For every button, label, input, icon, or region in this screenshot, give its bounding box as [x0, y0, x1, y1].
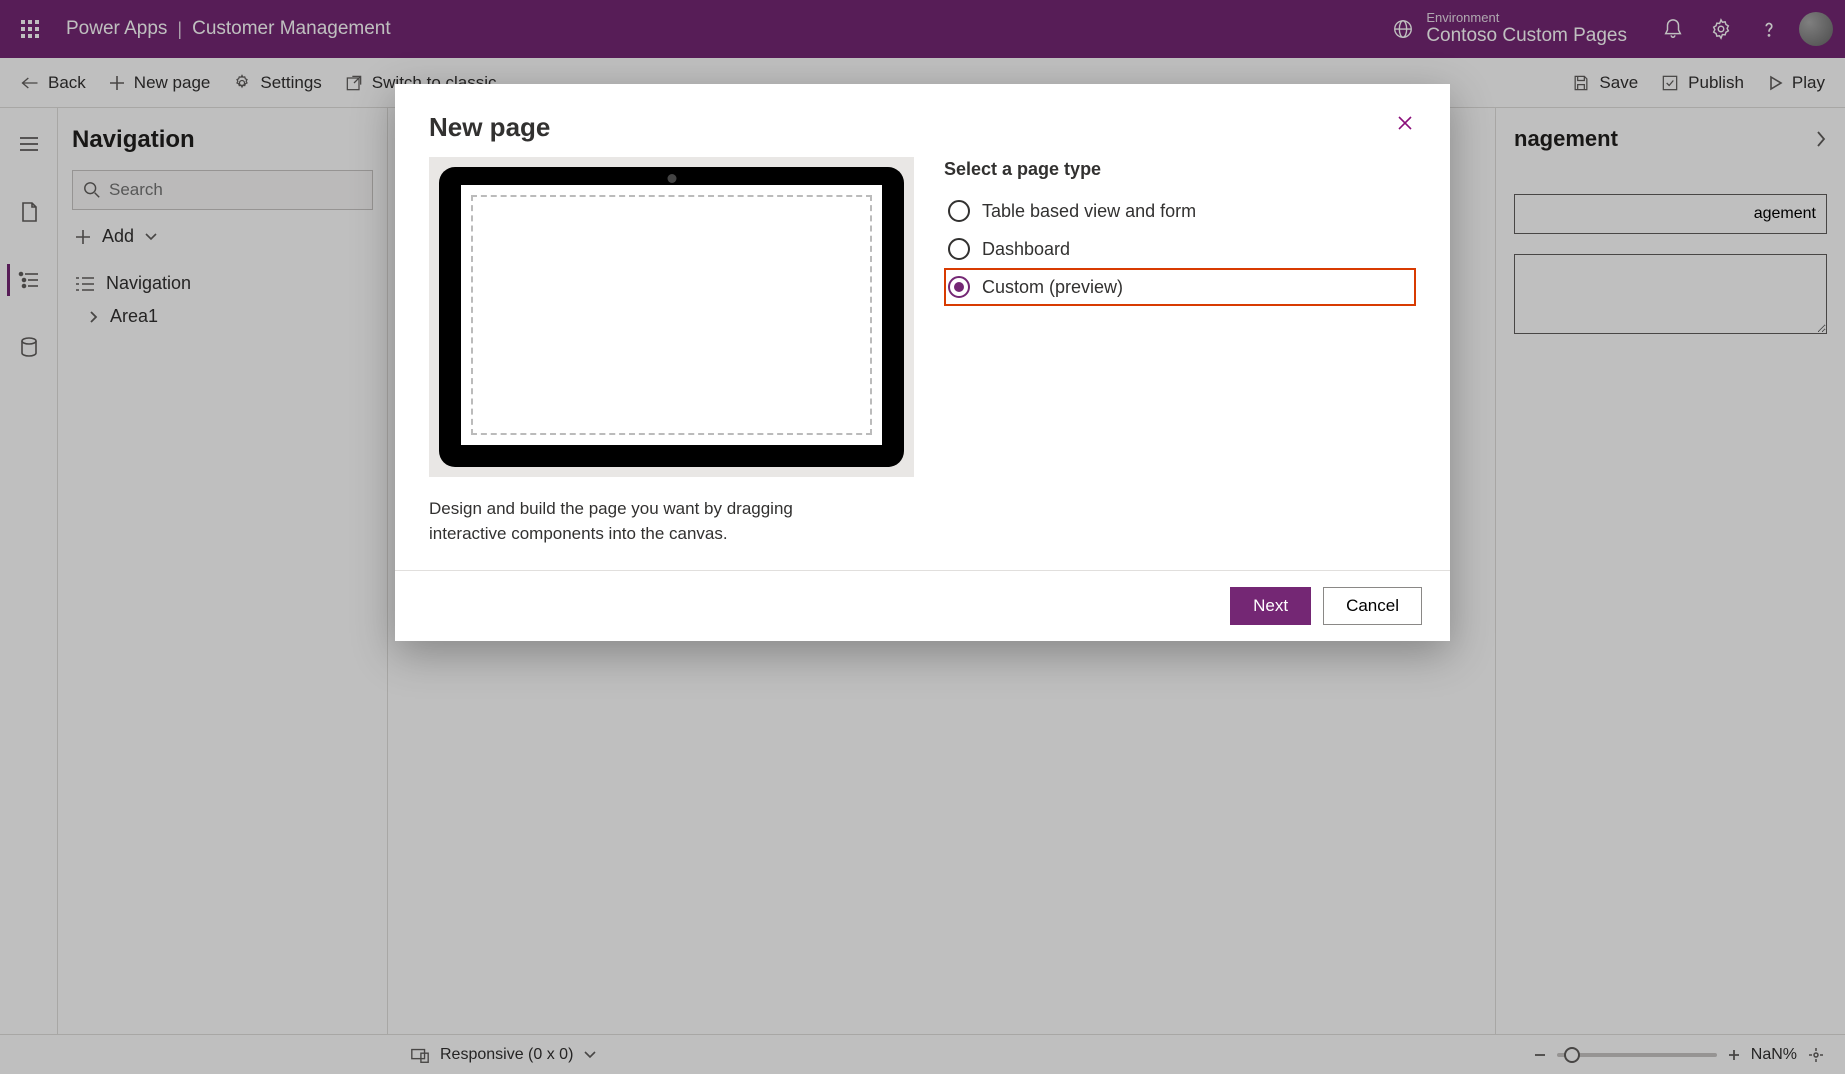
option-dashboard-label: Dashboard — [982, 239, 1070, 260]
radio-icon — [948, 200, 970, 222]
option-dashboard[interactable]: Dashboard — [944, 230, 1416, 268]
modal-title: New page — [429, 112, 550, 143]
option-custom-preview[interactable]: Custom (preview) — [944, 268, 1416, 306]
new-page-modal: New page Design and build the page you w… — [395, 84, 1450, 641]
close-icon — [1396, 114, 1414, 132]
option-custom-label: Custom (preview) — [982, 277, 1123, 298]
radio-icon — [948, 238, 970, 260]
radio-icon — [948, 276, 970, 298]
page-type-options: Select a page type Table based view and … — [944, 157, 1416, 546]
modal-overlay: New page Design and build the page you w… — [0, 0, 1845, 1074]
option-table-view-form[interactable]: Table based view and form — [944, 192, 1416, 230]
device-camera-icon — [667, 174, 676, 183]
modal-close-button[interactable] — [1394, 112, 1416, 134]
cancel-button[interactable]: Cancel — [1323, 587, 1422, 625]
page-type-description: Design and build the page you want by dr… — [429, 497, 869, 546]
options-title: Select a page type — [944, 159, 1416, 180]
next-button[interactable]: Next — [1230, 587, 1311, 625]
blank-canvas-illustration — [471, 195, 872, 435]
device-mockup — [439, 167, 904, 467]
page-preview: Design and build the page you want by dr… — [429, 157, 914, 546]
option-table-label: Table based view and form — [982, 201, 1196, 222]
modal-footer: Next Cancel — [395, 570, 1450, 641]
